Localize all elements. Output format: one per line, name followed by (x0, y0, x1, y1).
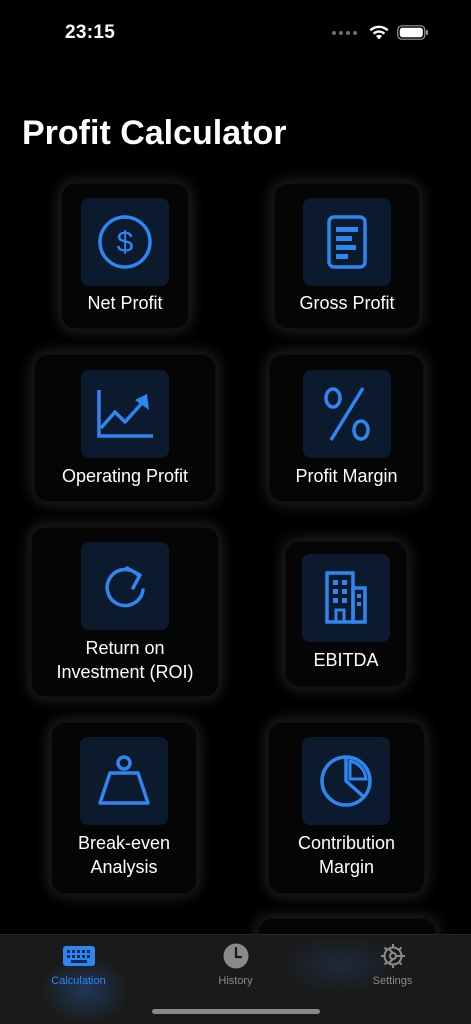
card-gross-profit[interactable]: Gross Profit (274, 183, 420, 329)
card-icon-box (303, 198, 391, 286)
page-title: Profit Calculator (22, 114, 287, 152)
weight-icon (98, 755, 150, 805)
trend-chart-icon (97, 390, 153, 438)
card-icon-box (81, 542, 169, 630)
card-contribution-margin[interactable]: Contribution Margin (268, 722, 425, 894)
card-label: Profit Margin (295, 466, 398, 486)
clock-icon (223, 943, 248, 969)
cellular-dots-icon (332, 30, 357, 35)
card-label: Break-even Analysis (77, 833, 171, 877)
card-icon-box (80, 737, 168, 825)
gear-icon (380, 944, 405, 968)
tab-calculation[interactable]: Calculation (0, 935, 157, 1005)
card-label: Operating Profit (61, 466, 189, 486)
card-label: EBITDA (313, 650, 379, 670)
card-icon-box (303, 370, 391, 458)
card-operating-profit[interactable]: Operating Profit (34, 354, 216, 502)
card-icon-box (81, 370, 169, 458)
card-profit-margin[interactable]: Profit Margin (269, 354, 424, 502)
card-roi[interactable]: Return on Investment (ROI) (31, 527, 219, 697)
status-icons (332, 25, 429, 40)
card-icon-box (302, 737, 390, 825)
battery-icon (397, 25, 428, 40)
card-net-profit[interactable]: $ Net Profit (61, 183, 189, 329)
status-bar: 23:15 (0, 0, 471, 60)
tab-history[interactable]: History (157, 935, 314, 1005)
dollar-circle-icon: $ (98, 215, 152, 269)
document-bars-icon (327, 215, 367, 269)
card-icon-box: $ (81, 198, 169, 286)
building-icon (325, 571, 367, 624)
pie-chart-icon (320, 755, 372, 807)
card-label: Net Profit (87, 293, 163, 313)
card-label: Gross Profit (299, 293, 395, 313)
home-indicator[interactable] (152, 1009, 320, 1014)
card-break-even[interactable]: Break-even Analysis (51, 722, 197, 894)
tab-settings[interactable]: Settings (314, 935, 471, 1005)
tab-label: Calculation (51, 975, 106, 987)
card-ebitda[interactable]: EBITDA (285, 541, 407, 687)
card-icon-box (302, 554, 390, 642)
card-label: Contribution Margin (297, 833, 396, 877)
refresh-arrow-icon (105, 566, 145, 608)
keyboard-icon (62, 946, 95, 966)
tab-label: History (218, 975, 253, 987)
tab-label: Settings (372, 975, 413, 987)
status-time: 23:15 (65, 22, 116, 43)
percent-icon (324, 387, 370, 441)
wifi-icon (369, 25, 389, 40)
svg-text:$: $ (117, 226, 134, 259)
card-label: Return on Investment (ROI) (56, 638, 194, 682)
